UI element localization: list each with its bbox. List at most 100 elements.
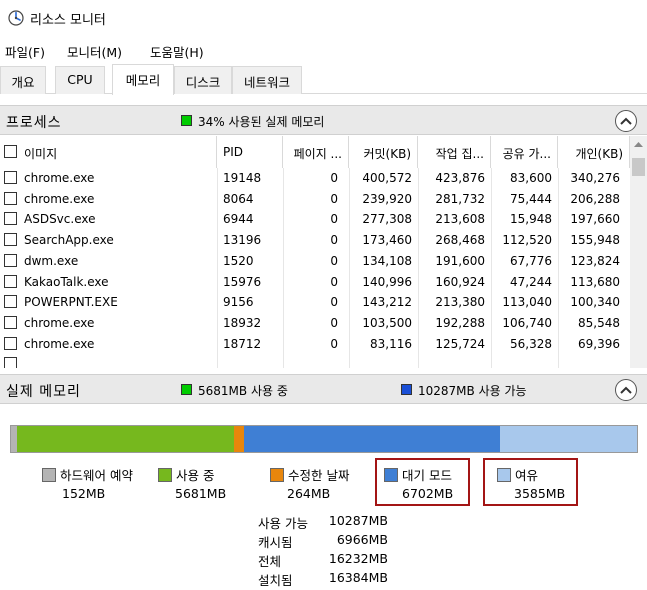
table-row[interactable]: KakaoTalk.exe 15976 0 140,996 160,924 47,244 1… <box>0 272 630 293</box>
cell-pid: 15976 <box>223 274 262 289</box>
collapse-memory-button[interactable] <box>615 379 637 401</box>
free-value: 3585MB <box>514 486 566 501</box>
cell-working-set: 281,732 <box>435 191 485 206</box>
stat-available-value: 10287MB <box>328 513 388 528</box>
process-summary: 34% 사용된 실제 메모리 <box>198 115 325 129</box>
cell-page-faults: 0 <box>330 253 338 268</box>
table-row[interactable]: dwm.exe 1520 0 134,108 191,600 67,776 123,824 <box>0 251 630 272</box>
row-checkbox[interactable] <box>4 191 17 205</box>
in-use-indicator <box>181 384 192 395</box>
scroll-up-icon[interactable] <box>633 140 644 148</box>
cell-page-faults: 0 <box>330 295 338 310</box>
available-indicator <box>401 384 412 395</box>
memory-bar-segment-standby <box>243 426 500 452</box>
cell-page-faults: 0 <box>330 274 338 289</box>
in-use-summary: 5681MB 사용 중 <box>198 384 288 398</box>
collapse-processes-button[interactable] <box>615 110 637 132</box>
row-checkbox[interactable] <box>4 233 17 247</box>
chevron-up-icon <box>620 117 632 125</box>
window-title: 리소스 모니터 <box>30 13 106 28</box>
table-row[interactable]: chrome.exe 18932 0 103,500 192,288 106,740 85,… <box>0 313 630 334</box>
tab-network[interactable]: 네트워크 <box>232 66 302 94</box>
legend-swatch <box>497 468 511 482</box>
cell-working-set: 125,724 <box>435 336 485 351</box>
stat-installed-value: 16384MB <box>328 570 388 585</box>
menu-help[interactable]: 도움말(H) <box>150 42 204 61</box>
column-private[interactable]: 개인(KB) <box>558 136 630 168</box>
row-checkbox[interactable] <box>4 253 17 267</box>
cell-working-set: 191,600 <box>435 253 485 268</box>
cell-image-name: chrome.exe <box>24 315 95 330</box>
column-pid[interactable]: PID <box>217 136 283 168</box>
menu-file[interactable]: 파일(F) <box>5 42 45 61</box>
row-checkbox[interactable] <box>4 274 17 288</box>
cell-commit: 103,500 <box>362 315 412 330</box>
process-scrollbar[interactable] <box>630 136 647 368</box>
cell-shareable: 15,948 <box>510 212 552 227</box>
cell-private: 69,396 <box>578 336 620 351</box>
column-commit[interactable]: 커밋(KB) <box>349 136 418 168</box>
legend-swatch <box>384 468 398 482</box>
table-row[interactable]: ASDSvc.exe 6944 0 277,308 213,608 15,948 197,6… <box>0 209 630 230</box>
cell-page-faults: 0 <box>330 212 338 227</box>
row-checkbox[interactable] <box>4 295 17 309</box>
tab-bar: 개요 CPU 메모리 디스크 네트워크 <box>0 62 647 95</box>
memory-section-title: 실제 메모리 <box>6 384 81 400</box>
cell-working-set: 192,288 <box>435 315 485 330</box>
cell-pid: 19148 <box>223 171 262 185</box>
table-row[interactable]: chrome.exe 19148 0 400,572 423,876 83,600 340,… <box>0 168 630 189</box>
cell-page-faults: 0 <box>330 191 338 206</box>
cell-private: 100,340 <box>570 295 620 310</box>
row-checkbox[interactable] <box>4 336 17 350</box>
tab-memory[interactable]: 메모리 <box>112 64 174 95</box>
memory-section-header[interactable]: 실제 메모리 5681MB 사용 중 10287MB 사용 가능 <box>0 374 647 404</box>
select-all-checkbox[interactable] <box>4 145 17 158</box>
cell-page-faults: 0 <box>330 336 338 351</box>
cell-page-faults: 0 <box>330 171 338 185</box>
table-row-partial <box>0 354 630 368</box>
stat-total-value: 16232MB <box>328 551 388 566</box>
menu-bar: 파일(F) 모니터(M) 도움말(H) <box>0 38 647 62</box>
chevron-up-icon <box>620 386 632 394</box>
cell-image-name: dwm.exe <box>24 253 79 268</box>
column-image[interactable]: 이미지 <box>0 136 217 168</box>
table-row[interactable]: chrome.exe 18712 0 83,116 125,724 56,328 69,39… <box>0 334 630 355</box>
memory-usage-indicator <box>181 115 192 126</box>
cell-working-set: 213,608 <box>435 212 485 227</box>
title-bar: 리소스 모니터 <box>0 0 647 38</box>
cell-page-faults: 0 <box>330 233 338 248</box>
standby-value: 6702MB <box>402 486 454 501</box>
process-section-header[interactable]: 프로세스 34% 사용된 실제 메모리 <box>0 105 647 135</box>
cell-pid: 9156 <box>223 295 254 310</box>
legend-hardware-reserved: 하드웨어 예약 <box>42 465 133 484</box>
row-checkbox <box>4 357 17 368</box>
cell-working-set: 268,468 <box>435 233 485 248</box>
cell-commit: 143,212 <box>362 295 412 310</box>
row-checkbox[interactable] <box>4 171 17 184</box>
tab-cpu[interactable]: CPU <box>55 66 105 94</box>
scroll-thumb[interactable] <box>632 158 645 176</box>
cell-shareable: 75,444 <box>510 191 552 206</box>
column-working-set[interactable]: 작업 집... <box>418 136 491 168</box>
cell-shareable: 47,244 <box>510 274 552 289</box>
table-row[interactable]: chrome.exe 8064 0 239,920 281,732 75,444 206,2… <box>0 189 630 210</box>
cell-pid: 8064 <box>223 191 254 206</box>
cell-shareable: 113,040 <box>502 295 552 310</box>
column-shareable[interactable]: 공유 가... <box>491 136 558 168</box>
in-use-value: 5681MB <box>175 486 227 501</box>
table-row[interactable]: SearchApp.exe 13196 0 173,460 268,468 112,520… <box>0 230 630 251</box>
tab-overview[interactable]: 개요 <box>0 66 46 94</box>
memory-bar-segment-free <box>499 426 637 452</box>
table-row[interactable]: POWERPNT.EXE 9156 0 143,212 213,380 113,040 10… <box>0 292 630 313</box>
cell-pid: 13196 <box>223 233 262 248</box>
row-checkbox[interactable] <box>4 212 17 226</box>
row-checkbox[interactable] <box>4 315 17 329</box>
cell-working-set: 160,924 <box>435 274 485 289</box>
tab-disk[interactable]: 디스크 <box>174 66 232 94</box>
cell-page-faults: 0 <box>330 315 338 330</box>
cell-working-set: 423,876 <box>435 171 485 185</box>
cell-private: 206,288 <box>570 191 620 206</box>
cell-pid: 18712 <box>223 336 262 351</box>
column-page-faults[interactable]: 페이지 ... <box>283 136 349 168</box>
menu-monitor[interactable]: 모니터(M) <box>67 42 122 61</box>
